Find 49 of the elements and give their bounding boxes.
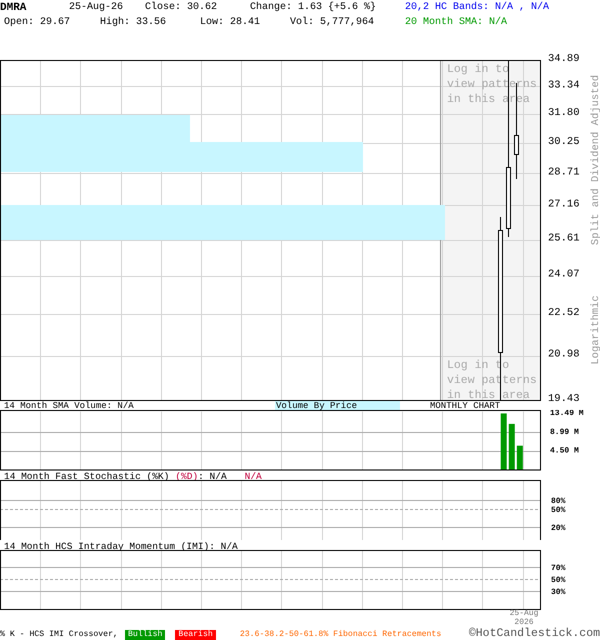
volume-axis-label: 4.50 M [550,446,579,456]
sma-value: 20 Month SMA: N/A [405,16,508,30]
price-axis-label: 25.61 [548,232,580,244]
price-axis-label: 22.52 [548,307,580,320]
price-axis-label: 20.98 [548,348,580,361]
axis-note: Split and Dividend Adjusted [590,74,600,246]
price-axis-label: 34.89 [548,53,580,65]
d-line-label: (%D) [175,471,198,480]
percent-axis-label: 30% [551,588,566,597]
price-change: Change: 1.63 {+5.6 %} [250,1,378,15]
percent-axis-label: 80% [551,497,566,506]
volume-value: Vol: 5,777,964 [290,16,376,30]
price-axis-label: 30.25 [548,136,580,148]
date-label: 25-Aug 2026 [510,609,538,626]
volume-bar [500,413,507,470]
chart-type-label: MONTHLY CHART [430,401,500,410]
fibonacci-legend: 23.6-38.2-50-61.8% Fibonacci Retracements [240,630,442,640]
volume-bar [516,446,523,470]
volume-bar [508,424,515,470]
panel-title: 14 Month HCS Intraday Momentum (IMI): N/A [4,541,238,550]
copyright-text: ©HotCandlestick.com [468,627,600,640]
legend-text: % K - HCS IMI Crossover, [0,630,119,640]
close-price: Close: 30.62 [145,1,218,15]
axis-note: Logarithmic [590,295,600,365]
open-price: Open: 29.67 [4,16,72,30]
price-axis-label: 33.34 [548,79,580,92]
indicator-value: : N/A [198,471,227,480]
panel-title: 14 Month Fast Stochastic (%K) [4,471,170,480]
hc-bands-value: 20,2 HC Bands: N/A , N/A [405,1,550,15]
percent-axis-label: 70% [551,564,566,573]
ticker-symbol: DMRA [0,1,28,15]
price-axis-label: 24.07 [548,268,580,281]
quote-date: 25-Aug-26 [69,1,124,15]
legend-label: Volume By Price [275,401,400,410]
percent-axis-label: 50% [551,576,566,585]
price-axis-label: 28.71 [548,166,580,178]
price-axis-label: 27.16 [548,198,580,210]
percent-axis-label: 20% [551,524,566,533]
price-axis-label: 31.80 [548,106,580,119]
volume-axis-label: 8.99 M [550,428,579,437]
high-price: High: 33.56 [100,16,168,30]
percent-axis-label: 50% [551,506,566,515]
volume-axis-label: 13.49 M [550,410,584,418]
indicator-value: N/A [244,471,262,480]
price-axis-label: 19.43 [548,393,580,401]
low-price: Low: 28.41 [200,16,262,30]
panel-title: 14 Month SMA Volume: N/A [4,401,135,410]
bullish-label: Bullish [125,630,166,640]
bearish-label: Bearish [175,630,216,640]
